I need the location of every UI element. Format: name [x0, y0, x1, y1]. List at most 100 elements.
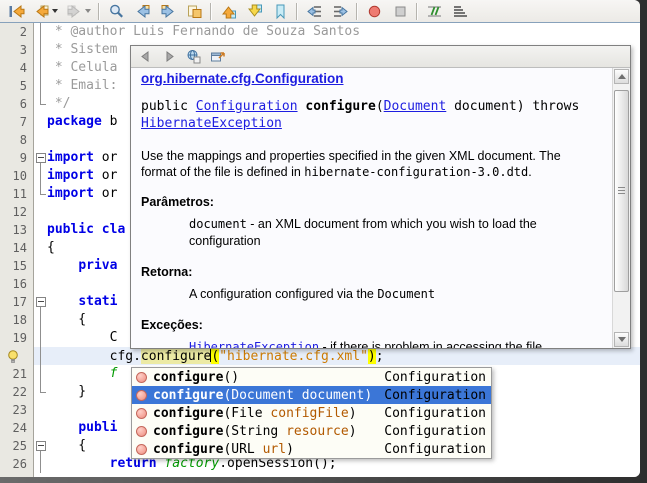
window-frame: 2 * @author Luis Fernando de Souza Santo…: [0, 0, 647, 483]
text-segment: (): [223, 370, 239, 385]
completion-return-type: Configuration: [384, 442, 486, 457]
toggle-bookmark-button[interactable]: [267, 1, 293, 22]
collapse-box-icon[interactable]: [36, 153, 46, 163]
fold-margin: [34, 59, 47, 77]
external-window-button[interactable]: [207, 47, 228, 66]
line-number: 23: [0, 401, 34, 419]
fold-toggle[interactable]: [34, 149, 47, 167]
line-number: 18: [0, 311, 34, 329]
next-bookmark-button[interactable]: [241, 1, 267, 22]
code-editor[interactable]: 2 * @author Luis Fernando de Souza Santo…: [0, 23, 640, 477]
completion-item[interactable]: configure(String resource)Configuration: [132, 422, 491, 440]
text-segment[interactable]: HibernateException: [189, 340, 319, 348]
record-macro-button[interactable]: [361, 1, 387, 22]
fold-toggle[interactable]: [34, 293, 47, 311]
code-text[interactable]: cfg.configure("hibernate.cfg.xml");: [47, 347, 640, 365]
toggle-bookmark-icon: [272, 3, 289, 20]
scroll-up-button[interactable]: [614, 69, 629, 84]
show-in-browser-button[interactable]: [183, 47, 204, 66]
text-segment[interactable]: Configuration: [196, 99, 298, 114]
fold-margin: [34, 167, 47, 185]
collapse-box-icon[interactable]: [36, 441, 46, 451]
completion-item[interactable]: configure()Configuration: [132, 368, 491, 386]
javadoc-popup-toolbar: [131, 46, 630, 68]
jd-forward-button[interactable]: [159, 47, 180, 66]
text-segment: "hibernate.cfg.xml": [219, 349, 368, 364]
text-segment: stati: [78, 294, 117, 309]
hint-gutter-cell[interactable]: [0, 347, 34, 365]
comment-button[interactable]: [421, 1, 447, 22]
dropdown-caret-icon[interactable]: [52, 9, 58, 13]
scroll-down-button[interactable]: [614, 332, 629, 347]
javadoc-scrollbar[interactable]: [612, 68, 630, 348]
text-segment: Document: [377, 287, 435, 301]
javadoc-section-title: Parâmetros:: [141, 194, 602, 210]
text-segment: A configuration configured via the: [189, 287, 377, 301]
text-segment: cfg.: [47, 349, 141, 364]
uncomment-button[interactable]: [447, 1, 473, 22]
find-next-button[interactable]: [155, 1, 181, 22]
line-number: 22: [0, 383, 34, 401]
text-segment: or: [94, 150, 117, 165]
javadoc-section-body: document - an XML document from which yo…: [189, 216, 569, 250]
text-segment: * Celula: [47, 60, 117, 75]
toolbar-separator: [98, 3, 100, 20]
text-segment: (URL: [223, 442, 262, 457]
text-segment: public: [141, 99, 196, 114]
text-segment: [47, 456, 110, 471]
line-number: 11: [0, 185, 34, 203]
text-segment: configure: [141, 349, 211, 364]
next-bookmark-icon: [246, 3, 263, 20]
stop-macro-button[interactable]: [387, 1, 413, 22]
gutter-filler: [0, 473, 34, 477]
scrollbar-grip-icon: [618, 187, 625, 194]
text-segment: import: [47, 168, 94, 183]
jd-back-button[interactable]: [135, 47, 156, 66]
fold-margin: [34, 329, 47, 347]
code-line: 2 * @author Luis Fernando de Souza Santo…: [0, 23, 640, 41]
text-segment: url: [263, 442, 286, 457]
line-number: 3: [0, 41, 34, 59]
jump-forward-icon: [66, 3, 83, 20]
completion-item[interactable]: configure(File configFile)Configuration: [132, 404, 491, 422]
code-text[interactable]: * @author Luis Fernando de Souza Santos: [47, 23, 640, 41]
toolbar-separator: [210, 3, 212, 20]
text-segment: hibernate-configuration-3.0.dtd: [304, 165, 528, 179]
completion-label: configure(): [153, 370, 239, 385]
collapse-box-icon[interactable]: [36, 297, 46, 307]
shift-left-button[interactable]: [301, 1, 327, 22]
scrollbar-thumb[interactable]: [614, 90, 629, 292]
shift-right-button[interactable]: [327, 1, 353, 22]
javadoc-class-link[interactable]: org.hibernate.cfg.Configuration: [141, 71, 344, 86]
fold-margin: [34, 113, 47, 131]
text-segment: [47, 420, 78, 435]
fold-toggle[interactable]: [34, 437, 47, 455]
line-number: 26: [0, 455, 34, 473]
completion-item[interactable]: configure(Document document)Configuratio…: [132, 386, 491, 404]
jump-back-button[interactable]: [29, 1, 62, 22]
text-segment: - if there is problem in accessing the f…: [319, 340, 546, 348]
dropdown-caret-icon[interactable]: [85, 9, 91, 13]
last-edit-location-button[interactable]: [3, 1, 29, 22]
text-segment: or: [94, 168, 117, 183]
line-number: 15: [0, 257, 34, 275]
text-segment: */: [47, 96, 70, 111]
text-segment: ;: [376, 349, 384, 364]
previous-bookmark-button[interactable]: [215, 1, 241, 22]
line-number: 9: [0, 149, 34, 167]
toggle-highlight-search-button[interactable]: [181, 1, 207, 22]
find-previous-button[interactable]: [129, 1, 155, 22]
line-number: 16: [0, 275, 34, 293]
text-segment: [47, 258, 78, 273]
text-segment: configure: [153, 388, 223, 403]
find-selection-button[interactable]: [103, 1, 129, 22]
record-macro-icon: [366, 3, 383, 20]
previous-bookmark-icon: [220, 3, 237, 20]
completion-item[interactable]: configure(URL url)Configuration: [132, 440, 491, 458]
text-segment[interactable]: Document: [384, 99, 447, 114]
hint-bulb-icon[interactable]: [6, 349, 20, 364]
text-segment: priva: [78, 258, 117, 273]
text-segment[interactable]: HibernateException: [141, 116, 282, 131]
editor-toolbar: [0, 0, 640, 23]
fold-margin: [34, 221, 47, 239]
